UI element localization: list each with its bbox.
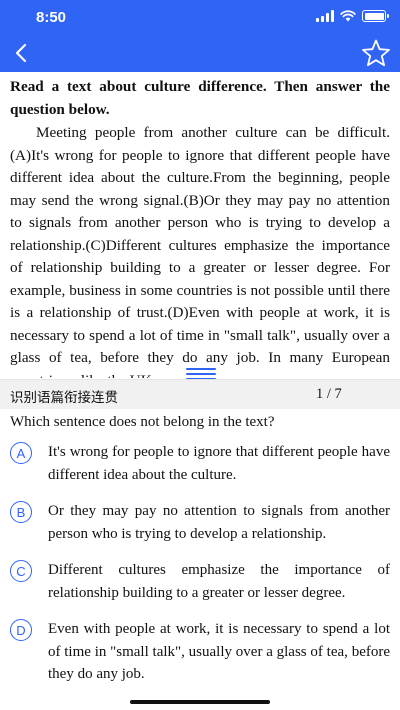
passage-title: Read a text about culture difference. Th…	[10, 78, 390, 118]
option-text: Or they may pay no attention to signals …	[48, 503, 390, 542]
home-indicator	[130, 700, 270, 704]
option-text: It's wrong for people to ignore that dif…	[48, 444, 390, 483]
option-b[interactable]: B Or they may pay no attention to signal…	[10, 500, 390, 545]
status-icons	[316, 10, 389, 22]
option-a[interactable]: A It's wrong for people to ignore that d…	[10, 441, 390, 486]
signal-icon	[316, 10, 334, 22]
status-time: 8:50	[36, 9, 67, 26]
back-button[interactable]	[4, 36, 38, 70]
option-letter: B	[10, 501, 32, 523]
wifi-icon	[340, 10, 356, 22]
option-c[interactable]: C Different cultures emphasize the impor…	[10, 559, 390, 604]
question-type-label: 识别语篇衔接连贯	[10, 390, 118, 406]
nav-bar	[0, 34, 400, 72]
option-letter: D	[10, 619, 32, 641]
reading-passage[interactable]: Read a text about culture difference. Th…	[10, 76, 390, 378]
question-counter: 1 / 7	[316, 386, 342, 402]
option-d[interactable]: D Even with people at work, it is necess…	[10, 618, 390, 686]
chevron-left-icon	[15, 43, 27, 63]
question-header: 识别语篇衔接连贯 1 / 7	[0, 379, 400, 409]
star-outline-icon	[362, 39, 390, 67]
favorite-button[interactable]	[358, 36, 394, 70]
option-text: Different cultures emphasize the importa…	[48, 562, 390, 601]
option-letter: C	[10, 560, 32, 582]
passage-body: Meeting people from another culture can …	[10, 124, 390, 378]
status-bar: 8:50	[0, 0, 400, 34]
question-stem: Which sentence does not belong in the te…	[10, 414, 275, 430]
option-letter: A	[10, 442, 32, 464]
option-text: Even with people at work, it is necessar…	[48, 621, 390, 682]
battery-icon	[362, 10, 389, 22]
